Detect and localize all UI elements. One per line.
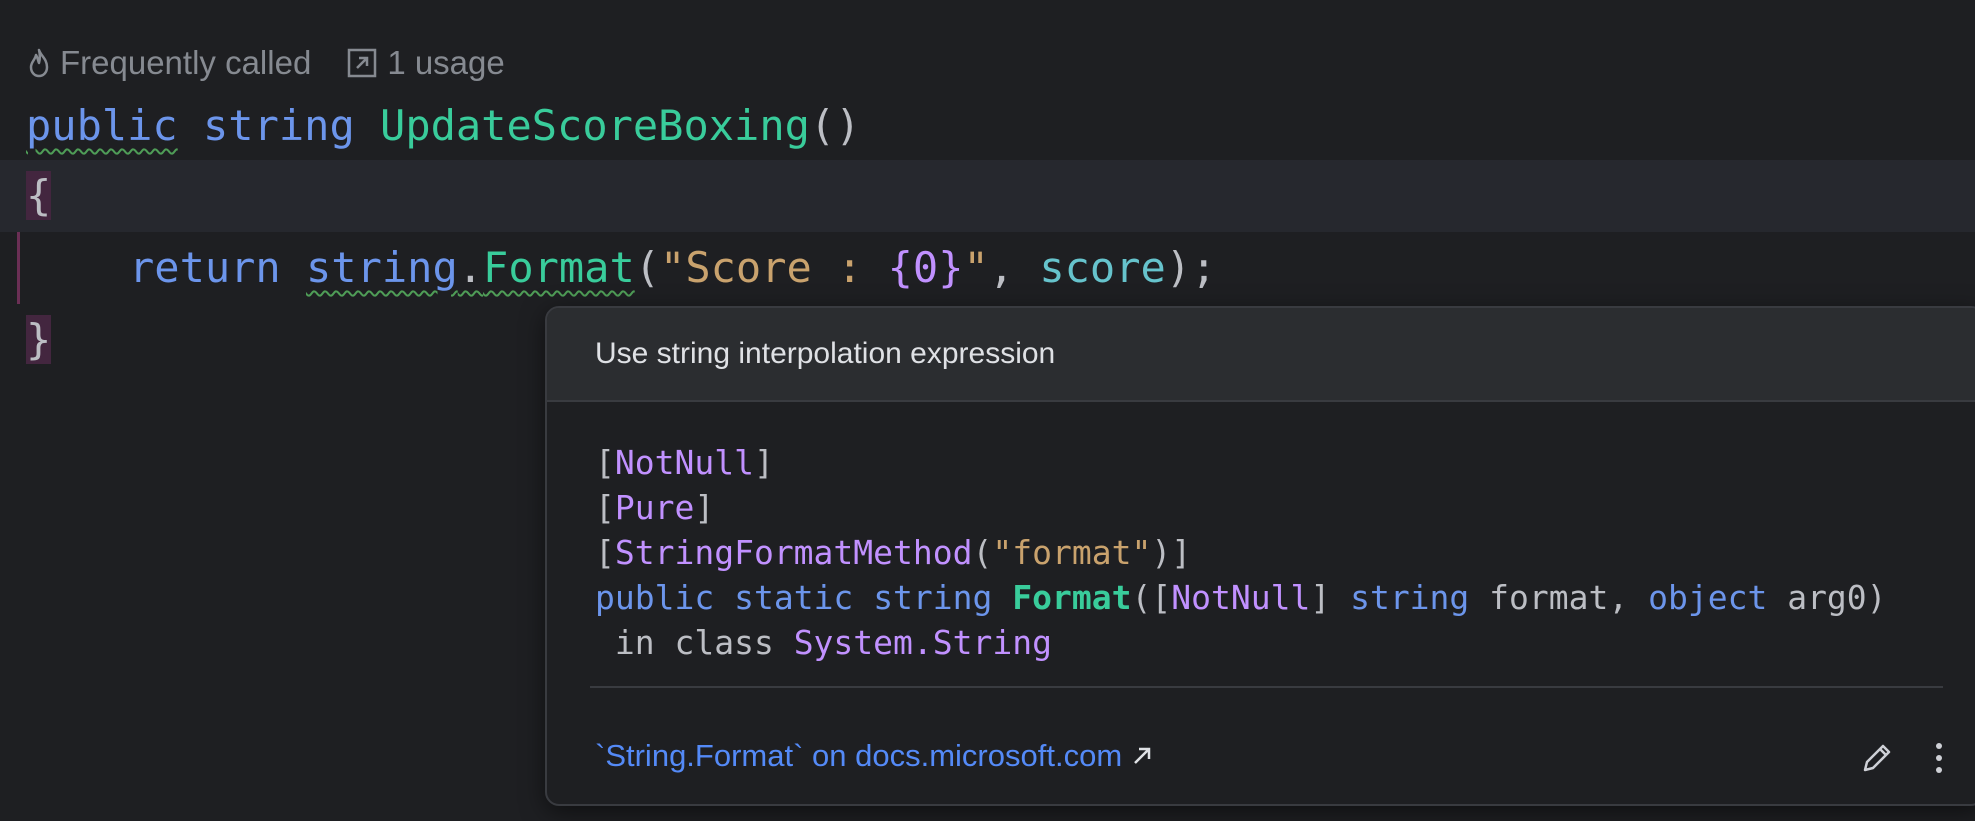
sig-public: public [595,578,715,617]
close-paren-semicolon: ); [1165,243,1217,292]
paren-bracket: )] [1151,533,1192,572]
method-name[interactable]: UpdateScoreBoxing [380,101,810,150]
bracket: ] [1310,578,1351,617]
popup-footer: `String.Format` on docs.microsoft.com [595,718,1975,794]
keyword-return[interactable]: return [129,243,281,292]
sig-string[interactable]: string [873,578,992,617]
docs-link-text[interactable]: `String.Format` on docs.microsoft.com [595,738,1122,774]
edit-button[interactable] [1853,734,1901,782]
comma: , [988,243,1040,292]
more-vertical-icon [1936,743,1942,773]
keyword-string[interactable]: string [203,101,355,150]
method-format[interactable]: Format [483,243,635,292]
open-paren: ( [634,243,661,292]
sig-param-format: format, [1469,578,1649,617]
bracket: ] [694,488,715,527]
popup-separator [590,686,1943,688]
signature-block: [NotNull] [Pure] [StringFormatMethod("fo… [547,402,1975,665]
parens: () [809,101,861,150]
open-brace[interactable]: { [26,171,52,220]
bracket: [ [595,443,615,482]
external-link-box-icon [348,48,377,78]
quick-doc-popup[interactable]: Use string interpolation expression [Not… [545,306,1975,806]
frequently-called-label: Frequently called [60,44,312,81]
code-vision-hints: Frequently called 1 usage [28,44,505,82]
pencil-icon [1863,744,1891,772]
code-line-1[interactable]: public string UpdateScoreBoxing() [26,90,860,162]
sig-static: static [734,578,854,617]
sig-format: Format [1012,578,1132,617]
attr-pure[interactable]: Pure [615,488,694,527]
keyword-public[interactable]: public [26,101,178,150]
in-class-label: in class [595,623,794,662]
sig-param-type-string[interactable]: string [1350,578,1469,617]
bracket: ] [753,443,774,482]
sig-attr-notnull[interactable]: NotNull [1171,578,1310,617]
attr-stringformatmethod[interactable]: StringFormatMethod [615,533,973,572]
bracket: [ [595,533,615,572]
popup-header: Use string interpolation expression [547,308,1975,402]
usage-label: 1 usage [387,44,505,81]
string-literal-b[interactable]: " [963,243,988,292]
bracket: [ [595,488,615,527]
footer-actions [1853,734,1963,782]
attr-notnull[interactable]: NotNull [615,443,754,482]
code-line-4[interactable]: } [26,304,52,376]
current-line-highlight [0,160,1975,232]
paren-bracket: ([ [1131,578,1172,617]
variable-score[interactable]: score [1039,243,1165,292]
dot: . [457,243,484,292]
flame-icon [29,48,49,78]
paren: ( [972,533,993,572]
sig-param-arg0: arg0) [1767,578,1887,617]
docs-link[interactable]: `String.Format` on docs.microsoft.com [595,738,1154,774]
sig-param-type-object[interactable]: object [1648,578,1767,617]
type-string[interactable]: string [306,243,458,292]
more-button[interactable] [1915,734,1963,782]
gutter-change-marker [17,232,20,304]
class-system-string[interactable]: System.String [794,623,1052,662]
close-brace[interactable]: } [26,315,52,364]
string-literal-a[interactable]: "Score : [660,243,888,292]
arrow-up-right-icon [1134,747,1151,764]
frequently-called-hint[interactable]: Frequently called [28,44,311,82]
format-placeholder[interactable]: {0} [888,243,964,292]
code-line-2[interactable]: { [26,160,52,232]
popup-title[interactable]: Use string interpolation expression [595,337,1055,371]
code-line-3[interactable]: return string.Format("Score : {0}", scor… [129,232,1216,304]
usage-hint[interactable]: 1 usage [347,44,505,82]
attr-arg-format: "format" [992,533,1152,572]
